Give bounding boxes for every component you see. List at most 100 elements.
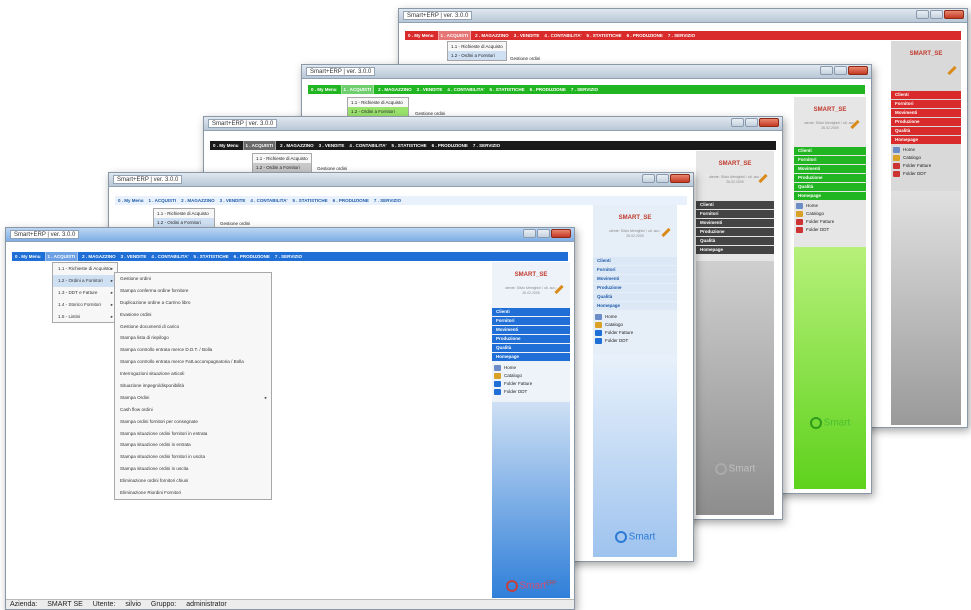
ordini-menu-item[interactable]: Stampa conferma ordine fornitore xyxy=(115,285,271,297)
side-item-produzione[interactable]: Produzione xyxy=(794,174,866,182)
submenu-item[interactable]: 1.1 - Richieste di Acquisto xyxy=(348,98,408,107)
side-item-homepage[interactable]: Homepage xyxy=(696,246,774,254)
submenu-item-selected[interactable]: 1.2 - Ordini a Fornitori xyxy=(154,218,214,227)
ordini-menu-item[interactable]: Interrogazioni situazione articoli xyxy=(115,368,271,380)
link-folder-ddt[interactable]: Folder DDT xyxy=(794,226,866,234)
menu-item-contabilita[interactable]: 4 . CONTABILITA' xyxy=(151,252,188,261)
submenu-item[interactable]: 1.1 - Richieste di Acquisto xyxy=(448,42,506,51)
link-catalogo[interactable]: Catalogo xyxy=(794,210,866,218)
title-bar[interactable]: Smart+ERP | ver. 3.0.0 xyxy=(6,228,574,242)
minimize-button[interactable] xyxy=(523,229,536,238)
menu-item-acquisti[interactable]: 1 . ACQUISTI xyxy=(437,30,472,41)
menu-item-magazzino[interactable]: 2 . MAGAZZINO xyxy=(82,252,116,261)
menu-item-my-menu[interactable]: 0 . My Menu xyxy=(408,31,434,40)
maximize-button[interactable] xyxy=(834,66,847,75)
menu-item-magazzino[interactable]: 2 . MAGAZZINO xyxy=(280,141,314,150)
menu-item-servizio[interactable]: 7 . SERVIZIO xyxy=(275,252,302,261)
menu-item-statistiche[interactable]: 5 . STATISTICHE xyxy=(490,85,525,94)
side-item-produzione[interactable]: Produzione xyxy=(696,228,774,236)
link-folder-fatture[interactable]: Folder Fatture xyxy=(794,218,866,226)
side-item-fornitori[interactable]: Fornitori xyxy=(593,266,677,274)
side-item-produzione[interactable]: Produzione xyxy=(593,284,677,292)
menu-item-contabilita[interactable]: 4 . CONTABILITA' xyxy=(544,31,581,40)
link-home[interactable]: Home xyxy=(593,313,677,321)
menu-item-magazzino[interactable]: 2 . MAGAZZINO xyxy=(475,31,509,40)
menu-item-produzione[interactable]: 6 . PRODUZIONE xyxy=(627,31,663,40)
menu-item-contabilita[interactable]: 4 . CONTABILITA' xyxy=(349,141,386,150)
close-button[interactable] xyxy=(670,174,690,183)
side-item-fornitori[interactable]: Fornitori xyxy=(891,100,961,108)
maximize-button[interactable] xyxy=(930,10,943,19)
menu-item-servizio[interactable]: 7 . SERVIZIO xyxy=(668,31,695,40)
side-item-clienti[interactable]: Clienti xyxy=(492,308,570,316)
link-catalogo[interactable]: Catalogo xyxy=(492,372,570,380)
side-item-movimenti[interactable]: Movimenti xyxy=(492,326,570,334)
side-item-movimenti[interactable]: Movimenti xyxy=(891,109,961,117)
maximize-button[interactable] xyxy=(537,229,550,238)
link-home[interactable]: Home xyxy=(891,146,961,154)
window-blue-theme[interactable]: Smart+ERP | ver. 3.0.0 0 . My Menu 1 . A… xyxy=(5,227,575,610)
ordini-menu-item[interactable]: Stampa controllo entrata merce D.D.T. / … xyxy=(115,344,271,356)
menu-item-produzione[interactable]: 6 . PRODUZIONE xyxy=(432,141,468,150)
menu-item-acquisti[interactable]: 1 . ACQUISTI xyxy=(149,196,177,205)
title-bar[interactable]: Smart+ERP | ver. 3.0.0 xyxy=(302,65,871,79)
menu-item-my-menu[interactable]: 0 . My Menu xyxy=(118,196,144,205)
side-item-produzione[interactable]: Produzione xyxy=(492,335,570,343)
edit-pencil-icon[interactable] xyxy=(947,65,957,76)
side-item-homepage[interactable]: Homepage xyxy=(492,353,570,361)
ordini-menu-item-stampa-ordini[interactable]: Stampa Ordini ▸ xyxy=(115,392,271,404)
link-catalogo[interactable]: Catalogo xyxy=(891,154,961,162)
menu-item-statistiche[interactable]: 5 . STATISTICHE xyxy=(293,196,328,205)
title-bar[interactable]: Smart+ERP | ver. 3.0.0 xyxy=(204,117,782,131)
link-folder-ddt[interactable]: Folder DDT xyxy=(593,337,677,345)
menu-item-my-menu[interactable]: 0 . My Menu xyxy=(15,252,41,261)
menu-item-contabilita[interactable]: 4 . CONTABILITA' xyxy=(447,85,484,94)
close-button[interactable] xyxy=(759,118,779,127)
link-folder-fatture[interactable]: Folder Fatture xyxy=(891,162,961,170)
ordini-menu-item[interactable]: Eliminazione Riordini Fornitori xyxy=(115,487,271,499)
ordini-menu-item[interactable]: Stampa lista di riepilogo xyxy=(115,332,271,344)
side-item-fornitori[interactable]: Fornitori xyxy=(492,317,570,325)
ordini-menu-item[interactable]: Stampa ordini fornitori per consegnate xyxy=(115,416,271,428)
menu-item-statistiche[interactable]: 5 . STATISTICHE xyxy=(194,252,229,261)
submenu-item[interactable]: 1.4 - Storico Fornitori ▸ xyxy=(53,299,117,311)
menu-item-statistiche[interactable]: 5 . STATISTICHE xyxy=(392,141,427,150)
menu-item-vendite[interactable]: 3 . VENDITE xyxy=(319,141,345,150)
close-button[interactable] xyxy=(551,229,571,238)
ordini-menu-item[interactable]: Duplicazione ordine a Carrino libro xyxy=(115,297,271,309)
submenu-item[interactable]: 1.5 - Listini ▸ xyxy=(53,311,117,323)
maximize-button[interactable] xyxy=(656,174,669,183)
side-item-qualita[interactable]: Qualità xyxy=(794,183,866,191)
side-item-fornitori[interactable]: Fornitori xyxy=(696,210,774,218)
menu-item-produzione[interactable]: 6 . PRODUZIONE xyxy=(234,252,270,261)
minimize-button[interactable] xyxy=(731,118,744,127)
link-catalogo[interactable]: Catalogo xyxy=(593,321,677,329)
side-item-movimenti[interactable]: Movimenti xyxy=(593,275,677,283)
side-item-clienti[interactable]: Clienti xyxy=(696,201,774,209)
side-item-homepage[interactable]: Homepage xyxy=(794,192,866,200)
side-item-qualita[interactable]: Qualità xyxy=(696,237,774,245)
menu-item-vendite[interactable]: 3 . VENDITE xyxy=(514,31,540,40)
link-folder-ddt[interactable]: Folder DDT xyxy=(891,170,961,178)
menu-item-statistiche[interactable]: 5 . STATISTICHE xyxy=(587,31,622,40)
menu-item-produzione[interactable]: 6 . PRODUZIONE xyxy=(333,196,369,205)
title-bar[interactable]: Smart+ERP | ver. 3.0.0 xyxy=(109,173,693,187)
side-item-qualita[interactable]: Qualità xyxy=(891,127,961,135)
ordini-menu-item[interactable]: Eliminazione ordini fornitori chiusi xyxy=(115,475,271,487)
ordini-menu-item[interactable]: Stampa controllo entrata merce Fatt.acco… xyxy=(115,356,271,368)
submenu-item[interactable]: 1.1 - Richieste di Acquisto xyxy=(154,209,214,218)
menu-item-vendite[interactable]: 3 . VENDITE xyxy=(220,196,246,205)
flyout-item[interactable]: Gestione ordini xyxy=(507,54,557,63)
menu-item-servizio[interactable]: 7 . SERVIZIO xyxy=(374,196,401,205)
link-folder-fatture[interactable]: Folder Fatture xyxy=(492,380,570,388)
minimize-button[interactable] xyxy=(820,66,833,75)
link-home[interactable]: Home xyxy=(794,202,866,210)
side-item-qualita[interactable]: Qualità xyxy=(593,293,677,301)
menu-item-my-menu[interactable]: 0 . My Menu xyxy=(213,141,239,150)
ordini-menu-item[interactable]: Gestione ordini xyxy=(115,273,271,285)
submenu-item-selected[interactable]: 1.2 - Ordini a Fornitori xyxy=(448,51,506,60)
menu-item-vendite[interactable]: 3 . VENDITE xyxy=(417,85,443,94)
submenu-item[interactable]: 1.1 - Richieste di Acquisto ▸ xyxy=(53,263,117,275)
side-item-fornitori[interactable]: Fornitori xyxy=(794,156,866,164)
maximize-button[interactable] xyxy=(745,118,758,127)
